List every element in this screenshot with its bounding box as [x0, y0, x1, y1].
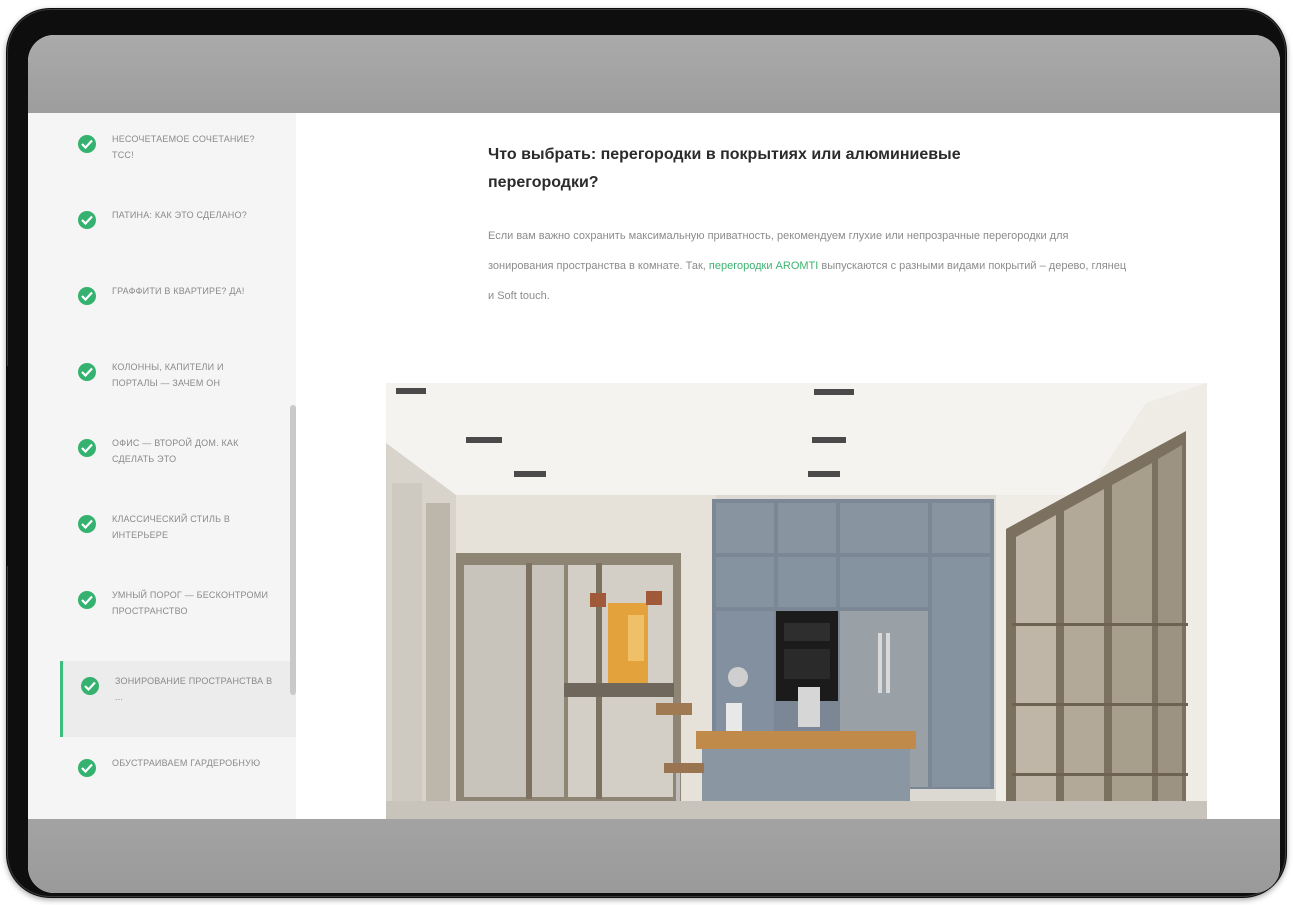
toc-item[interactable]: Офис — второй дом. Как сделать это: [60, 423, 296, 499]
toc-item[interactable]: Классический стиль в интерьере: [60, 499, 296, 575]
toc-item[interactable]: Колонны, капители и порталы — зачем он: [60, 347, 296, 423]
check-circle-icon: [78, 591, 96, 609]
article-toc-sidebar: Несочетаемое сочетание? Тсс! Патина: как…: [28, 113, 299, 819]
toc-item-label: Обустраиваем гардеробную: [112, 758, 261, 768]
check-circle-icon: [78, 439, 96, 457]
toc-item[interactable]: Умный порог — бесконтроми пространство: [60, 575, 296, 651]
check-circle-icon: [78, 211, 96, 229]
tablet-frame: Несочетаемое сочетание? Тсс! Патина: как…: [6, 8, 1287, 898]
top-overlay-bar: [28, 35, 1280, 113]
toc-item-label: Зонирование пространства в ...: [115, 676, 273, 702]
toc-item-label: Классический стиль в интерьере: [112, 514, 231, 540]
article-body: Что выбрать: перегородки в покрытиях или…: [296, 113, 1280, 819]
check-circle-icon: [81, 677, 99, 695]
toc-item-label: Граффити в квартире? Да!: [112, 286, 245, 296]
kitchen-interior-photo: [386, 383, 1207, 819]
check-circle-icon: [78, 363, 96, 381]
toc-item-label: Умный порог — бесконтроми пространство: [112, 590, 269, 616]
page-content: Несочетаемое сочетание? Тсс! Патина: как…: [28, 113, 1280, 819]
check-circle-icon: [78, 287, 96, 305]
section-paragraph: Если вам важно сохранить максимальную пр…: [488, 221, 1128, 311]
product-link[interactable]: перегородки AROMTI: [709, 260, 818, 272]
toc-item-label: Патина: как это сделано?: [112, 210, 247, 220]
toc-item[interactable]: Обустраиваем гардеробную: [60, 743, 296, 819]
toc-item[interactable]: Патина: как это сделано?: [60, 195, 296, 271]
toc-item-label: Несочетаемое сочетание? Тсс!: [112, 134, 255, 160]
toc-item[interactable]: Несочетаемое сочетание? Тсс!: [60, 119, 296, 195]
bottom-overlay-bar: [28, 819, 1280, 893]
toc-item-active[interactable]: Зонирование пространства в ...: [60, 661, 299, 737]
kitchen-interior-illustration: [386, 383, 1207, 819]
check-circle-icon: [78, 515, 96, 533]
check-circle-icon: [78, 135, 96, 153]
toc-item-label: Колонны, капители и порталы — зачем он: [112, 362, 224, 388]
tablet-screen: Несочетаемое сочетание? Тсс! Патина: как…: [28, 35, 1280, 893]
toc-item-label: Офис — второй дом. Как сделать это: [112, 438, 239, 464]
check-circle-icon: [78, 759, 96, 777]
toc-item[interactable]: Граффити в квартире? Да!: [60, 271, 296, 347]
section-heading: Что выбрать: перегородки в покрытиях или…: [488, 146, 961, 191]
